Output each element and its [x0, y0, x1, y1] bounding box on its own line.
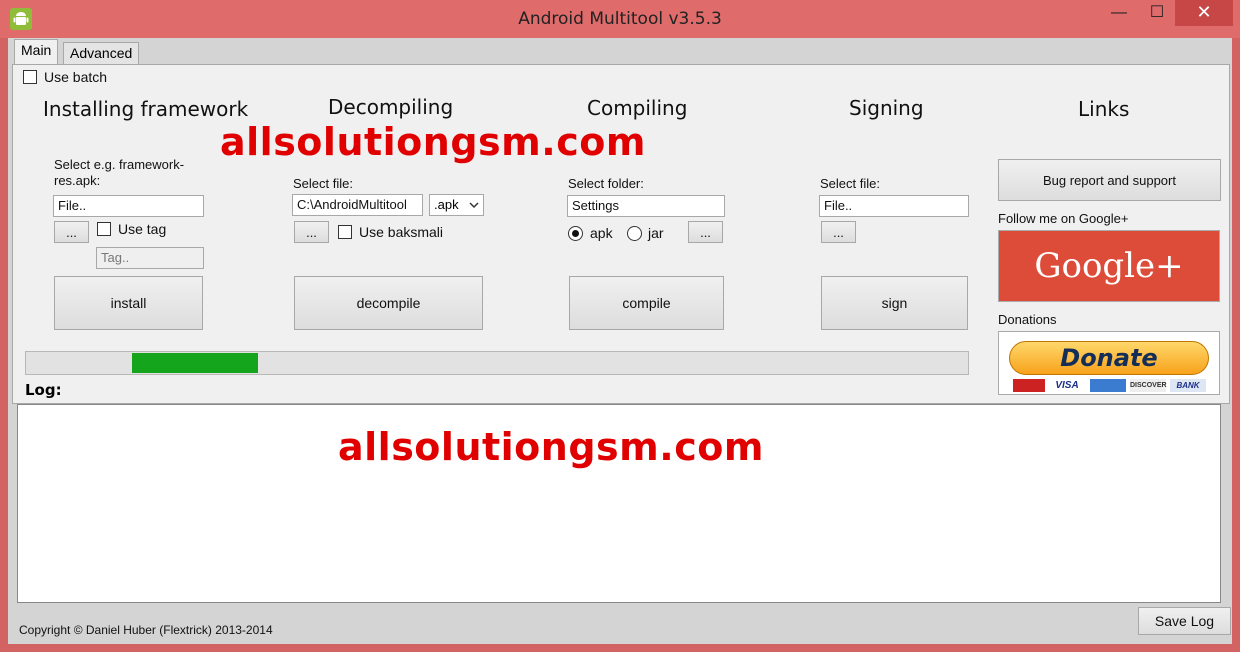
use-batch-checkbox[interactable] — [23, 70, 37, 84]
tab-strip: Main Advanced — [8, 38, 1232, 64]
compile-button[interactable]: compile — [569, 276, 724, 330]
progress-bar — [25, 351, 969, 375]
donate-link[interactable]: Donate VISA DISCOVER BANK — [998, 331, 1220, 395]
heading-decompiling: Decompiling — [328, 95, 454, 119]
sign-select-label: Select file: — [820, 176, 880, 191]
radio-apk-label: apk — [590, 225, 613, 241]
extension-select[interactable]: .apk — [429, 194, 484, 216]
radio-jar-label: jar — [648, 225, 664, 241]
sign-file-input[interactable]: File.. — [819, 195, 969, 217]
radio-apk[interactable] — [568, 226, 583, 241]
progress-bar-fill — [132, 353, 258, 373]
decompile-browse-button[interactable]: ... — [294, 221, 329, 243]
tab-advanced[interactable]: Advanced — [63, 42, 140, 64]
google-plus-link[interactable]: Google+ — [998, 230, 1220, 302]
framework-select-label: Select e.g. framework-res.apk: — [54, 157, 185, 188]
tag-input[interactable]: Tag.. — [96, 247, 204, 269]
donations-label: Donations — [998, 312, 1057, 327]
save-log-button[interactable]: Save Log — [1138, 607, 1231, 635]
window-title: Android Multitool v3.5.3 — [518, 9, 722, 29]
heading-links: Links — [1078, 97, 1130, 121]
bank-label: BANK — [1170, 379, 1206, 392]
compile-folder-input[interactable]: Settings — [567, 195, 725, 217]
use-tag-label: Use tag — [118, 221, 167, 237]
framework-file-input[interactable]: File.. — [53, 195, 204, 217]
install-button[interactable]: install — [54, 276, 203, 330]
copyright-text: Copyright © Daniel Huber (Flextrick) 201… — [19, 623, 273, 637]
decompile-file-input[interactable]: C:\AndroidMultitool — [292, 194, 423, 216]
title-bar: Android Multitool v3.5.3 — ☐ ✕ — [0, 0, 1240, 38]
use-tag-checkbox[interactable] — [97, 222, 111, 236]
decompile-button[interactable]: decompile — [294, 276, 483, 330]
extension-select-value: .apk — [434, 197, 459, 212]
watermark-text-log: allsolutiongsm.com — [338, 425, 764, 469]
use-baksmali-checkbox[interactable] — [338, 225, 352, 239]
watermark-text: allsolutiongsm.com — [220, 120, 646, 164]
radio-jar[interactable] — [627, 226, 642, 241]
heading-installing-framework: Installing framework — [43, 97, 249, 121]
maximize-button[interactable]: ☐ — [1142, 0, 1172, 26]
chevron-down-icon — [469, 202, 479, 209]
tab-main[interactable]: Main — [14, 39, 59, 64]
donate-button-graphic: Donate — [1009, 341, 1209, 375]
follow-google-label: Follow me on Google+ — [998, 211, 1129, 226]
heading-compiling: Compiling — [587, 96, 688, 120]
visa-label: VISA — [1049, 379, 1085, 392]
compile-browse-button[interactable]: ... — [688, 221, 723, 243]
close-button[interactable]: ✕ — [1175, 0, 1233, 26]
discover-label: DISCOVER — [1130, 379, 1167, 392]
minimize-button[interactable]: — — [1104, 0, 1134, 26]
mastercard-icon — [1013, 379, 1045, 392]
framework-browse-button[interactable]: ... — [54, 221, 89, 243]
use-batch-label: Use batch — [44, 69, 108, 85]
google-plus-logo-text: Google+ — [1034, 246, 1184, 286]
use-baksmali-label: Use baksmali — [359, 224, 444, 240]
sign-button[interactable]: sign — [821, 276, 968, 330]
decompile-select-label: Select file: — [293, 176, 353, 191]
log-label: Log: — [25, 381, 62, 399]
sign-browse-button[interactable]: ... — [821, 221, 856, 243]
compile-select-label: Select folder: — [568, 176, 644, 191]
amex-icon — [1090, 379, 1126, 392]
bug-report-button[interactable]: Bug report and support — [998, 159, 1221, 201]
heading-signing: Signing — [849, 96, 924, 120]
